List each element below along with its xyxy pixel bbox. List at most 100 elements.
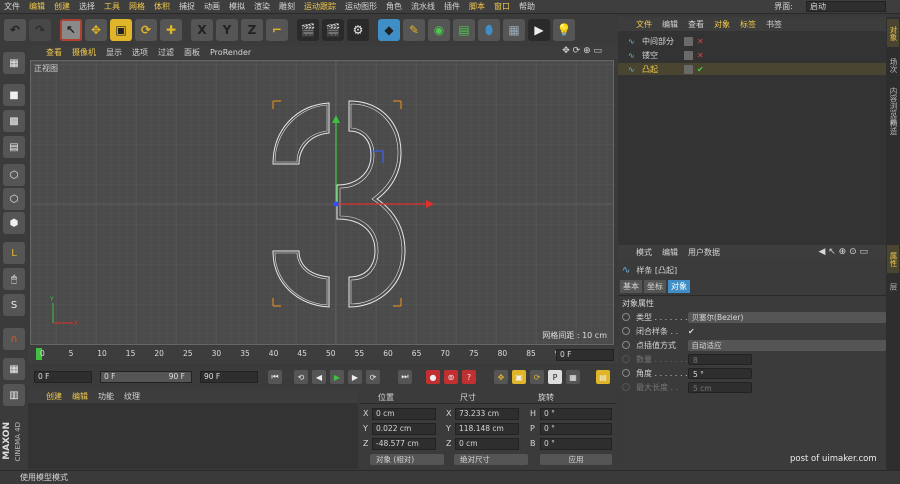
disabled-x-icon[interactable]: ✕ xyxy=(697,37,704,46)
menu-mograph[interactable]: 运动图形 xyxy=(345,1,377,12)
next-frame-icon[interactable]: ▶ xyxy=(348,370,362,384)
vp-menu-filter[interactable]: 过滤 xyxy=(158,47,174,58)
pos-y-field[interactable]: 0.022 cm xyxy=(372,423,436,435)
workplane-icon[interactable]: ▤ xyxy=(3,136,25,158)
obj-menu-edit[interactable]: 编辑 xyxy=(662,19,678,30)
size-mode-dropdown[interactable]: 绝对尺寸 xyxy=(454,454,528,465)
scale-icon[interactable]: ▣ xyxy=(110,19,132,41)
grid-icon[interactable]: ▦ xyxy=(3,358,25,380)
polygons-mode-icon[interactable]: ⬢ xyxy=(3,212,25,234)
go-end-icon[interactable]: ⏭ xyxy=(398,370,412,384)
menu-volume[interactable]: 体积 xyxy=(154,1,170,12)
menu-file[interactable]: 文件 xyxy=(4,1,20,12)
timeline-window-icon[interactable]: ▤ xyxy=(596,370,610,384)
axis-mode-icon[interactable]: L xyxy=(3,242,25,264)
lock-y-icon[interactable]: Y xyxy=(216,19,238,41)
render-view-icon[interactable]: 🎬 xyxy=(297,19,319,41)
light-icon[interactable]: 💡 xyxy=(553,19,575,41)
vp-menu-panel[interactable]: 面板 xyxy=(184,47,200,58)
menu-create[interactable]: 创建 xyxy=(54,1,70,12)
play-icon[interactable]: ▶ xyxy=(330,370,344,384)
apply-button[interactable]: 应用 xyxy=(540,454,612,465)
visibility-icon[interactable] xyxy=(684,50,693,60)
object-row-selected[interactable]: ∿ 凸起 ✔ xyxy=(618,63,886,75)
visibility-icon[interactable] xyxy=(684,64,693,74)
vp-menu-options[interactable]: 选项 xyxy=(132,47,148,58)
object-row[interactable]: ∿ 镂空 ✕ xyxy=(618,49,886,61)
mat-menu-edit[interactable]: 编辑 xyxy=(72,391,88,402)
menu-tools[interactable]: 工具 xyxy=(104,1,120,12)
viewport[interactable]: Y X 正视图 网格间距 : 10 cm xyxy=(30,60,614,345)
mat-menu-texture[interactable]: 纹理 xyxy=(124,391,140,402)
obj-menu-object[interactable]: 对象 xyxy=(714,19,730,30)
start-frame-field[interactable]: 0 F xyxy=(34,371,92,383)
go-start-icon[interactable]: ⏮ xyxy=(268,370,282,384)
vp-menu-camera[interactable]: 摄像机 xyxy=(72,47,96,58)
magnet-icon[interactable]: ∩ xyxy=(3,328,25,350)
lock-z-icon[interactable]: Z xyxy=(241,19,263,41)
menu-mesh[interactable]: 网格 xyxy=(129,1,145,12)
coord-mode-dropdown[interactable]: 对象 (相对) xyxy=(370,454,444,465)
tab-takes[interactable]: 场次 xyxy=(887,51,899,79)
tab-layers[interactable]: 层 xyxy=(887,277,899,297)
menu-character[interactable]: 角色 xyxy=(386,1,402,12)
move-icon[interactable]: ✥ xyxy=(85,19,107,41)
menu-select[interactable]: 选择 xyxy=(79,1,95,12)
menu-animate[interactable]: 动画 xyxy=(204,1,220,12)
menu-plugins[interactable]: 插件 xyxy=(444,1,460,12)
redo-icon[interactable]: ↷ xyxy=(29,19,51,41)
obj-menu-view[interactable]: 查看 xyxy=(688,19,704,30)
anim-dot-icon[interactable] xyxy=(622,327,630,335)
key-param-icon[interactable]: P xyxy=(548,370,562,384)
attr-tab-coord[interactable]: 坐标 xyxy=(644,280,666,293)
tweak-mode-icon[interactable]: 🖱 xyxy=(3,268,25,290)
nurbs-icon[interactable]: ◉ xyxy=(428,19,450,41)
viewport-nav-icons[interactable]: ✥ ⟳ ⊕ ▭ xyxy=(562,46,602,56)
menu-sculpt[interactable]: 雕刻 xyxy=(279,1,295,12)
menu-pipeline[interactable]: 流水线 xyxy=(411,1,435,12)
undo-icon[interactable]: ↶ xyxy=(4,19,26,41)
attr-menu-mode[interactable]: 模式 xyxy=(636,247,652,258)
attr-menu-edit[interactable]: 编辑 xyxy=(662,247,678,258)
mat-menu-create[interactable]: 创建 xyxy=(46,391,62,402)
auto-key-icon[interactable]: ⊚ xyxy=(444,370,458,384)
coord-system-icon[interactable]: ⌐ xyxy=(266,19,288,41)
menu-snap[interactable]: 捕捉 xyxy=(179,1,195,12)
size-z-field[interactable]: 0 cm xyxy=(455,438,519,450)
angle-field[interactable]: 5 ° xyxy=(688,367,752,379)
texture-mode-icon[interactable]: ▩ xyxy=(3,110,25,132)
attr-nav-icons[interactable]: ◀ ↖ ⊕ ⊙ ▭ xyxy=(819,247,869,257)
rot-b-field[interactable]: 0 ° xyxy=(540,438,612,450)
tab-attributes[interactable]: 属性 xyxy=(887,245,899,273)
rotate-icon[interactable]: ⟳ xyxy=(135,19,157,41)
interpolation-dropdown[interactable]: 自动适应 xyxy=(687,339,886,351)
key-scale-icon[interactable]: ▣ xyxy=(512,370,526,384)
disabled-x-icon[interactable]: ✕ xyxy=(697,51,704,60)
menu-window[interactable]: 窗口 xyxy=(494,1,510,12)
anim-dot-icon[interactable] xyxy=(622,313,630,321)
vp-menu-view[interactable]: 查看 xyxy=(46,47,62,58)
render-picture-icon[interactable]: 🎬 xyxy=(322,19,344,41)
tab-structure[interactable]: 构造 xyxy=(887,113,899,141)
timeline[interactable]: 051015202530354045505560657075808590 0 F xyxy=(28,346,618,364)
obj-menu-bookmarks[interactable]: 书签 xyxy=(766,19,782,30)
recent-tool-icon[interactable]: ✚ xyxy=(160,19,182,41)
visibility-icon[interactable] xyxy=(684,36,693,46)
pos-x-field[interactable]: 0 cm xyxy=(372,408,436,420)
anim-dot-icon[interactable] xyxy=(622,369,630,377)
prev-frame-icon[interactable]: ◀ xyxy=(312,370,326,384)
next-key-icon[interactable]: ⟳ xyxy=(366,370,380,384)
size-x-field[interactable]: 73.233 cm xyxy=(455,408,519,420)
frame-range-slider[interactable]: 0 F 90 F xyxy=(100,371,192,383)
model-mode-icon[interactable]: ▦ xyxy=(3,52,25,74)
cube-mode-icon[interactable]: ■ xyxy=(3,84,25,106)
size-y-field[interactable]: 118.148 cm xyxy=(455,423,519,435)
layer-icon[interactable]: ▥ xyxy=(3,384,25,406)
edges-mode-icon[interactable]: ⬡ xyxy=(3,188,25,210)
pen-icon[interactable]: ✎ xyxy=(403,19,425,41)
menu-edit[interactable]: 编辑 xyxy=(29,1,45,12)
obj-menu-tags[interactable]: 标签 xyxy=(740,19,756,30)
enabled-check-icon[interactable]: ✔ xyxy=(697,65,704,74)
cube-icon[interactable]: ◆ xyxy=(378,19,400,41)
camera-icon[interactable]: ▶ xyxy=(528,19,550,41)
